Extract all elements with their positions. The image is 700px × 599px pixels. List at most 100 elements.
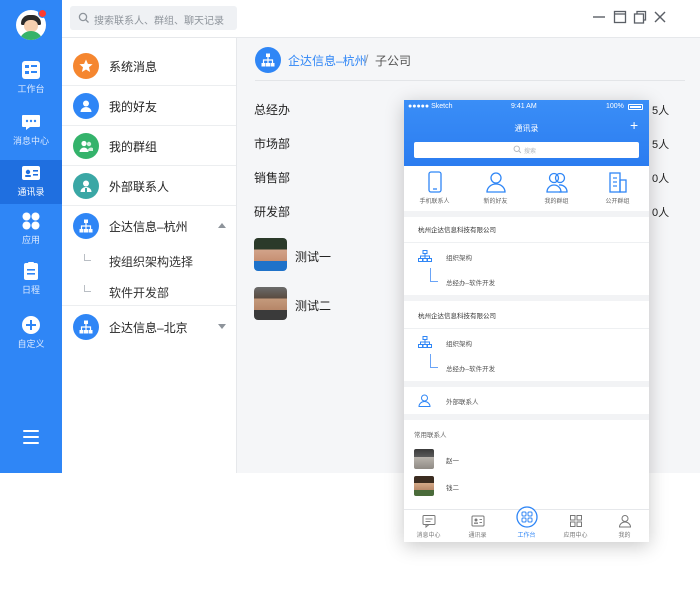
org-chart-icon [418,336,432,348]
rail-label: 工作台 [17,84,45,94]
rail-item-workbench[interactable]: 工作台 [0,60,62,104]
frequent-contact-row[interactable]: 赵一 [404,446,649,472]
section-gap [404,414,649,420]
section-gap [404,211,649,217]
org-structure-row[interactable]: 组织架构 [404,242,649,268]
org-chart-icon [73,213,99,239]
maximize-icon[interactable] [612,9,628,25]
add-circle-icon [22,316,40,334]
workbench-icon [515,506,538,528]
list-item-org-hangzhou[interactable]: 企达信息–杭州 [62,206,236,246]
rail-item-calendar[interactable]: 日程 [0,261,62,305]
org-chart-icon [418,250,432,262]
status-carrier: ●●●●● Sketch [408,103,453,110]
member-photo [254,238,287,271]
org-dept-label: 总经办–软件开发 [446,280,496,287]
restore-icon[interactable] [632,9,648,25]
tree-connector [84,285,91,292]
breadcrumb-org[interactable]: 企达信息–杭州 [288,52,367,69]
frequent-contact-row[interactable]: 钱二 [404,473,649,499]
dept-row[interactable]: 研发部 [254,203,290,220]
building-icon [608,172,627,193]
list-item-friends[interactable]: 我的好友 [62,86,236,126]
left-rail: 工作台 消息中心 通讯录 应用 日程 自定义 [0,0,62,473]
menu-icon[interactable] [23,430,39,444]
frequent-contacts-title: 常用联系人 [414,432,447,439]
tab-app-center[interactable]: 应用中心 [551,512,600,539]
calendar-icon [24,262,38,280]
tab-messages[interactable]: 消息中心 [404,512,453,539]
tab-workbench[interactable]: 工作台 [502,504,551,539]
org-chart-icon [73,314,99,340]
rail-item-messages[interactable]: 消息中心 [0,112,62,156]
message-icon [422,515,435,528]
apps-icon [22,212,40,230]
list-item-system-messages[interactable]: 系统消息 [62,46,236,86]
sub-item-software-dept[interactable]: 软件开发部 [62,276,236,306]
external-contacts-row[interactable]: 外部联系人 [404,387,649,413]
list-item-groups[interactable]: 我的群组 [62,126,236,166]
tab-label: 应用中心 [563,533,588,539]
tab-label: 消息中心 [416,533,441,539]
org-structure-label: 组织架构 [446,341,472,348]
list-item-external-contacts[interactable]: 外部联系人 [62,166,236,206]
person-icon [418,394,431,407]
battery-icon [628,104,643,110]
tab-label: 我的 [618,533,631,539]
org-chart-icon [255,47,281,73]
search-placeholder: 搜索联系人、群组、聊天记录 [94,16,224,27]
tab-label: 通讯录 [468,533,487,539]
list-item-label: 系统消息 [109,60,158,74]
quick-phone-contacts[interactable]: 手机联系人 [404,166,465,211]
sub-item-org-structure[interactable]: 按组织架构选择 [62,245,236,275]
phone-icon [427,171,442,193]
tab-contacts[interactable]: 通讯录 [453,512,502,539]
org-dept-row[interactable]: 总经办–软件开发 [404,268,649,294]
quick-new-friends[interactable]: 新的好友 [465,166,526,211]
tab-me[interactable]: 我的 [600,512,649,539]
rail-item-contacts[interactable]: 通讯录 [0,160,62,204]
rail-item-custom[interactable]: 自定义 [0,315,62,359]
quick-public-groups[interactable]: 公开群组 [587,166,648,211]
app-window: 工作台 消息中心 通讯录 应用 日程 自定义 搜索联系人、群组、聊天记录 系统消… [0,0,700,599]
list-item-org-beijing[interactable]: 企达信息–北京 [62,307,236,347]
contact-name: 钱二 [446,485,459,492]
member-name: 测试二 [295,299,332,313]
sub-item-label: 按组织架构选择 [109,255,194,269]
group-icon [73,133,99,159]
add-button[interactable]: + [630,118,638,132]
rail-item-apps[interactable]: 应用 [0,211,62,255]
collapse-icon[interactable] [218,223,226,228]
quick-label: 手机联系人 [419,199,450,205]
dept-row[interactable]: 市场部 [254,135,290,152]
member-name: 测试一 [295,250,332,264]
person-icon [485,172,506,193]
mobile-preview: ●●●●● Sketch 9:41 AM 100% 通讯录 + 搜索 手机联系人… [404,100,649,542]
list-item-label: 外部联系人 [109,180,170,194]
person-icon [618,515,631,528]
quick-label: 公开群组 [605,199,630,205]
list-item-label: 企达信息–杭州 [109,220,188,234]
expand-icon[interactable] [218,324,226,329]
minimize-icon[interactable] [591,9,607,25]
search-input[interactable]: 搜索联系人、群组、聊天记录 [70,6,237,30]
quick-my-groups[interactable]: 我的群组 [526,166,587,211]
apps-icon [569,515,582,527]
rail-label: 日程 [21,285,40,295]
dept-count: 5人 [652,139,670,151]
dept-row[interactable]: 销售部 [254,169,290,186]
contacts-icon [22,166,40,180]
rail-label: 通讯录 [17,187,45,197]
dept-row[interactable]: 总经办 [254,101,290,118]
breadcrumb-separator: / [365,52,369,66]
list-item-label: 我的群组 [109,140,158,154]
mobile-search-input[interactable]: 搜索 [414,142,639,158]
external-contact-icon [73,173,99,199]
org-dept-row[interactable]: 总经办–软件开发 [404,354,649,380]
tab-label: 工作台 [517,533,536,539]
org-structure-row[interactable]: 组织架构 [404,328,649,354]
tree-connector [84,254,91,261]
sub-item-label: 软件开发部 [109,286,170,300]
message-icon [22,115,40,130]
close-icon[interactable] [652,9,668,25]
